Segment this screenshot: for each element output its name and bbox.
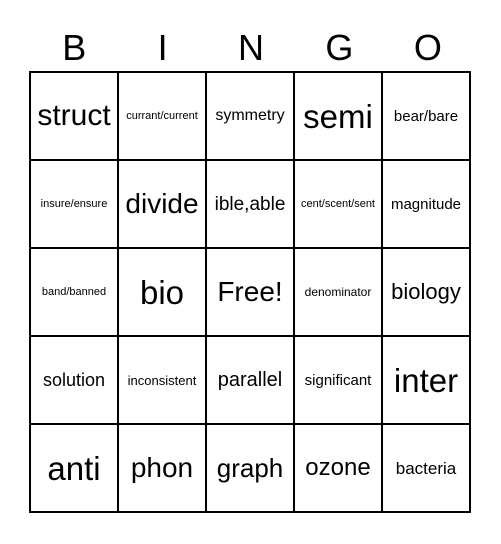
- bingo-cell[interactable]: phon: [117, 423, 207, 513]
- bingo-cell[interactable]: significant: [293, 335, 383, 425]
- grid-row: insure/ensure divide ible,able cent/scent/s…: [29, 159, 471, 249]
- header-letter: I: [157, 27, 168, 68]
- bingo-cell[interactable]: cent/scent/sent: [293, 159, 383, 249]
- bingo-cell[interactable]: currant/current: [117, 71, 207, 161]
- bingo-cell[interactable]: divide: [117, 159, 207, 249]
- bingo-cell[interactable]: symmetry: [205, 71, 295, 161]
- bingo-cell[interactable]: magnitude: [381, 159, 471, 249]
- grid-row: solution inconsistent parallel significant i…: [29, 335, 471, 425]
- bingo-cell[interactable]: bio: [117, 247, 207, 337]
- grid-row: band/banned bio Free! denominator biology: [29, 247, 471, 337]
- bingo-cell[interactable]: ible,able: [205, 159, 295, 249]
- bingo-cell[interactable]: graph: [205, 423, 295, 513]
- bingo-header: B I N G O: [30, 26, 472, 70]
- bingo-cell[interactable]: solution: [29, 335, 119, 425]
- bingo-cell[interactable]: ozone: [293, 423, 383, 513]
- bingo-cell[interactable]: bear/bare: [381, 71, 471, 161]
- bingo-cell[interactable]: Free!: [205, 247, 295, 337]
- bingo-cell[interactable]: denominator: [293, 247, 383, 337]
- header-letter: O: [413, 27, 442, 68]
- bingo-cell[interactable]: insure/ensure: [29, 159, 119, 249]
- header-letter: N: [238, 27, 265, 68]
- bingo-grid: struct currant/current symmetry semi bear/ba…: [29, 71, 471, 513]
- bingo-cell[interactable]: semi: [293, 71, 383, 161]
- bingo-cell[interactable]: anti: [29, 423, 119, 513]
- bingo-cell[interactable]: band/banned: [29, 247, 119, 337]
- bingo-cell[interactable]: inconsistent: [117, 335, 207, 425]
- bingo-cell[interactable]: struct: [29, 71, 119, 161]
- header-letter: G: [325, 27, 354, 68]
- grid-row: struct currant/current symmetry semi bear/ba…: [29, 71, 471, 161]
- bingo-cell[interactable]: biology: [381, 247, 471, 337]
- bingo-cell[interactable]: inter: [381, 335, 471, 425]
- grid-row: anti phon graph ozone bacteria: [29, 423, 471, 513]
- header-letter: B: [62, 27, 87, 68]
- bingo-cell[interactable]: parallel: [205, 335, 295, 425]
- bingo-cell[interactable]: bacteria: [381, 423, 471, 513]
